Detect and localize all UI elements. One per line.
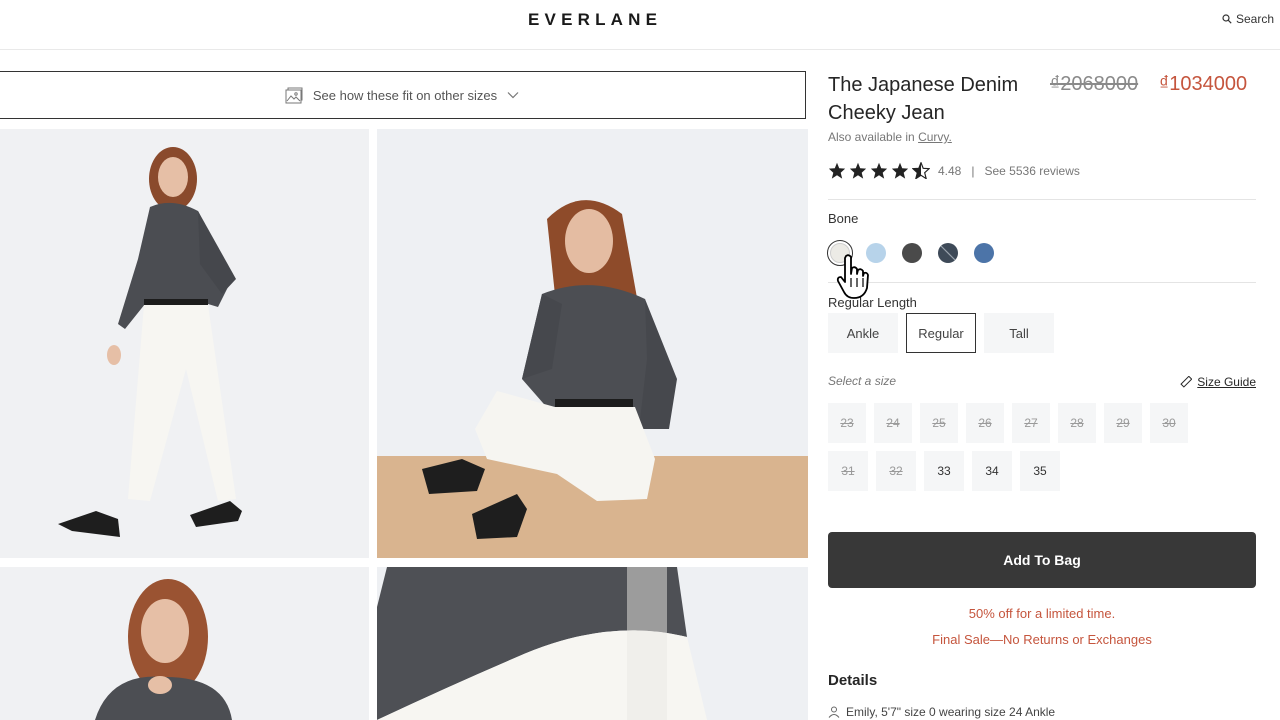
original-price: ₫2068000 <box>1050 73 1139 95</box>
everlane-logo[interactable]: EVERLANE <box>528 10 688 30</box>
product-photo-detail[interactable] <box>377 567 808 720</box>
size-row-1: 23 24 25 26 27 28 29 30 <box>828 403 1188 443</box>
product-title: The Japanese Denim Cheeky Jean <box>828 74 1019 124</box>
promo-text: 50% off for a limited time. <box>968 606 1116 621</box>
divider <box>828 199 1256 200</box>
selected-color-name: Bone <box>828 211 859 226</box>
swatch-dark-wash[interactable] <box>938 243 958 263</box>
length-ankle-button[interactable]: Ankle <box>828 313 898 353</box>
product-info-panel: The Japanese Denim Cheeky Jean ₫2068000 … <box>827 0 1256 720</box>
fit-on-other-sizes-button[interactable]: See how these fit on other sizes <box>0 71 806 119</box>
size-28-button[interactable]: 28 <box>1058 403 1096 443</box>
also-available: Also available in Curvy. <box>828 130 952 144</box>
length-tall-button[interactable]: Tall <box>984 313 1054 353</box>
rating-value: 4.48 <box>938 163 962 178</box>
size-23-button[interactable]: 23 <box>828 403 866 443</box>
size-25-button[interactable]: 25 <box>920 403 958 443</box>
star-icon <box>828 162 846 179</box>
hand-cursor-icon <box>836 254 869 299</box>
chevron-down-icon <box>507 92 519 99</box>
size-27-button[interactable]: 27 <box>1012 403 1050 443</box>
fit-bar-label: See how these fit on other sizes <box>312 87 498 103</box>
size-33-button[interactable]: 33 <box>924 451 964 491</box>
final-sale-text: Final Sale—No Returns or Exchanges <box>932 632 1152 647</box>
size-35-button[interactable]: 35 <box>1020 451 1060 491</box>
size-guide-label: Size Guide <box>1197 375 1256 389</box>
size-31-button[interactable]: 31 <box>828 451 868 491</box>
size-32-button[interactable]: 32 <box>876 451 916 491</box>
size-34-button[interactable]: 34 <box>972 451 1012 491</box>
size-24-button[interactable]: 24 <box>874 403 912 443</box>
length-regular-button[interactable]: Regular <box>906 313 976 353</box>
add-to-bag-button[interactable]: Add To Bag <box>828 532 1256 588</box>
also-available-text: Also available in <box>828 130 915 144</box>
sale-price: ₫1034000 <box>1159 73 1248 95</box>
size-29-button[interactable]: 29 <box>1104 403 1142 443</box>
rating-row: 4.48 | See 5536 reviews <box>828 162 1080 179</box>
size-30-button[interactable]: 30 <box>1150 403 1188 443</box>
star-icon <box>870 162 888 179</box>
model-info-text: Emily, 5'7" size 0 wearing size 24 Ankle <box>846 705 1056 719</box>
image-gallery-icon <box>285 87 303 103</box>
curvy-link[interactable]: Curvy. <box>918 130 952 144</box>
swatch-charcoal[interactable] <box>902 243 922 263</box>
select-size-label: Select a size <box>828 374 897 388</box>
reviews-link[interactable]: See 5536 reviews <box>984 164 1079 178</box>
half-star-icon <box>912 162 930 179</box>
details-heading[interactable]: Details <box>828 672 877 689</box>
product-photo-seated[interactable] <box>377 129 808 558</box>
divider <box>828 282 1256 283</box>
size-guide-link[interactable]: Size Guide <box>1180 375 1256 389</box>
person-icon <box>828 706 840 718</box>
ruler-icon <box>1180 376 1193 388</box>
rating-separator: | <box>971 163 975 178</box>
size-26-button[interactable]: 26 <box>966 403 1004 443</box>
star-rating <box>828 162 930 179</box>
model-info: Emily, 5'7" size 0 wearing size 24 Ankle <box>828 705 1055 719</box>
star-icon <box>891 162 909 179</box>
star-icon <box>849 162 867 179</box>
swatch-mid-blue[interactable] <box>974 243 994 263</box>
product-photo-standing[interactable] <box>0 129 369 558</box>
product-photo-closeup[interactable] <box>0 567 369 720</box>
length-options: Ankle Regular Tall <box>828 313 1054 353</box>
sold-out-slash-icon <box>940 245 956 261</box>
size-row-2: 31 32 33 34 35 <box>828 451 1188 491</box>
